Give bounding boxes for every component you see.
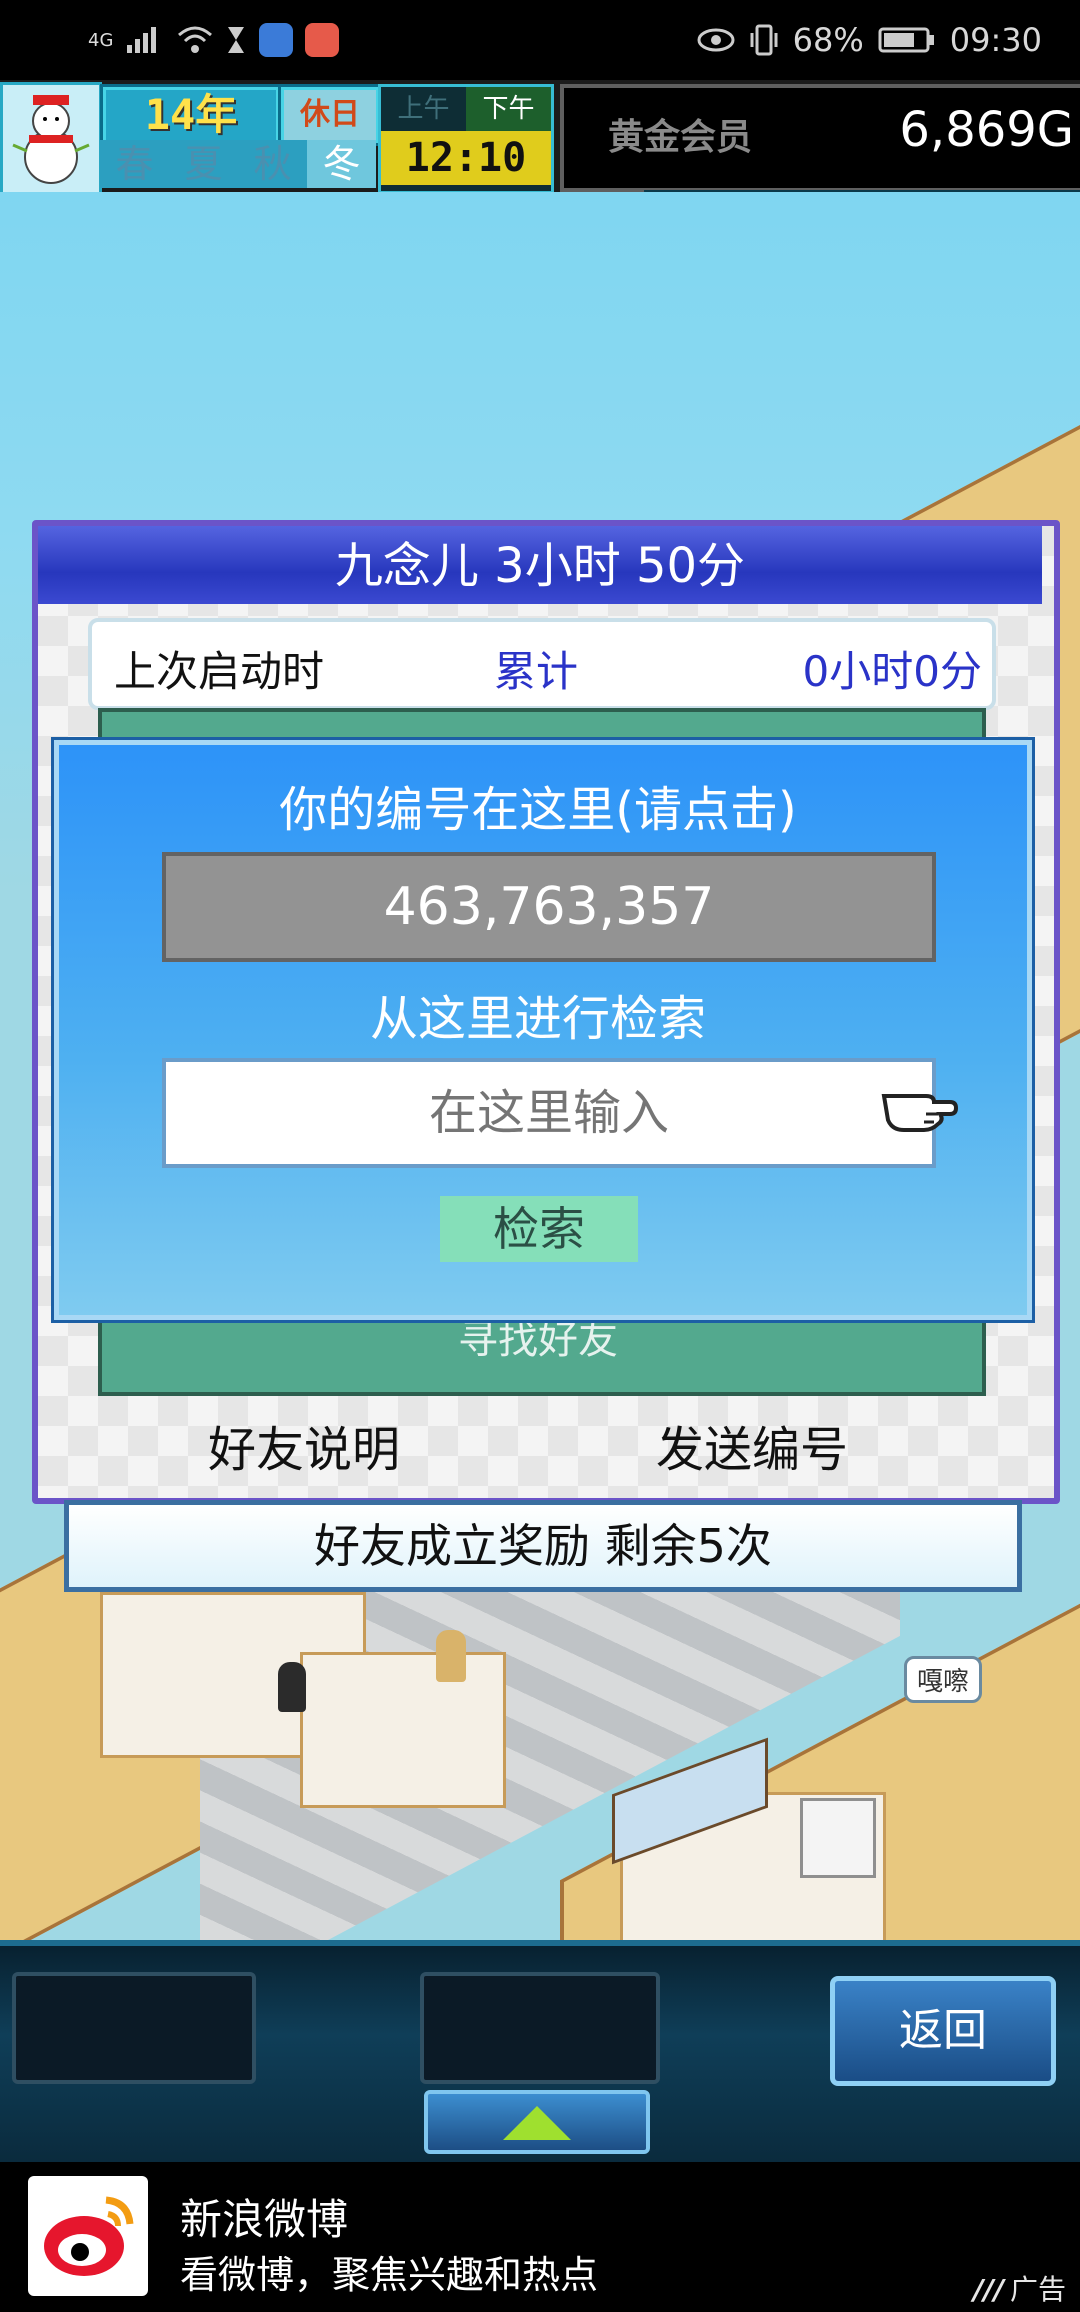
ad-label: ///广告 [973, 2268, 1066, 2308]
ad-mark-icon: /// [973, 2273, 1004, 2306]
year-display: 14年 [100, 84, 282, 146]
snowman-icon [12, 95, 90, 184]
season-winter-active: 冬 [307, 140, 376, 188]
game-clock: 12:10 [381, 131, 551, 185]
dialog-links: 好友说明 发送编号 [60, 1396, 1020, 1482]
day-type-badge: 休日 [278, 84, 382, 146]
gold-panel: 黄金会员 6,869G [560, 84, 1080, 192]
signal-icon [127, 27, 157, 53]
modal-title: 你的编号在这里(请点击) [279, 782, 797, 838]
hud-slot-left[interactable] [12, 1972, 256, 2084]
battery-percent: 68% [792, 21, 864, 59]
clock-panel: 上午 下午 12:10 [378, 84, 554, 194]
character-sprite[interactable] [436, 1630, 466, 1682]
pointing-hand-icon [881, 1094, 959, 1132]
status-bar: 4G 68% 09:30 [0, 0, 1080, 80]
app-notification-icon [259, 23, 294, 57]
send-id-link[interactable]: 发送编号 [656, 1410, 848, 1480]
back-button[interactable]: 返回 [830, 1976, 1056, 2086]
friend-reward-banner: 好友成立奖励 剩余5次 [64, 1500, 1022, 1592]
season-spring: 春 [115, 142, 154, 186]
hourglass-icon [228, 27, 245, 53]
weibo-eye-icon [44, 2196, 134, 2276]
play-stats-card: 上次启动时 累计 0小时0分 [88, 618, 996, 710]
friend-info-link[interactable]: 好友说明 [208, 1410, 400, 1480]
scroll-up-button[interactable] [424, 2090, 650, 2154]
character-sprite[interactable] [278, 1662, 306, 1712]
am-label: 上午 [397, 94, 450, 124]
cumulative-label: 累计 [494, 647, 579, 696]
clock-time: 09:30 [949, 21, 1042, 59]
up-arrow-icon [503, 2106, 571, 2140]
speech-bubble: 嘎嚓 [904, 1656, 983, 1703]
weibo-logo-icon[interactable] [28, 2176, 148, 2296]
last-launch-label: 上次启动时 [114, 647, 325, 696]
speech-bubble-text: 嘎嚓 [917, 1667, 970, 1697]
ad-label-text: 广告 [1009, 2273, 1066, 2306]
snowman-avatar [0, 82, 102, 196]
membership-label: 黄金会员 [608, 117, 753, 158]
network-label: 4G [88, 29, 114, 51]
friend-id-search-input[interactable] [162, 1058, 936, 1168]
back-button-label: 返回 [899, 2005, 987, 2056]
search-label: 从这里进行检索 [369, 991, 706, 1047]
find-friend-label: 寻找好友 [458, 1317, 618, 1363]
map-notification-icon [305, 23, 340, 57]
dialog-title: 九念儿 3小时 50分 [334, 538, 746, 594]
battery-icon [878, 27, 934, 53]
cumulative-value: 0小时0分 [802, 647, 982, 696]
year-text: 14年 [144, 90, 238, 139]
ad-title: 新浪微博 [180, 2195, 349, 2244]
wifi-icon [178, 26, 213, 53]
player-id-field[interactable]: 463,763,357 [162, 852, 936, 962]
season-summer: 夏 [184, 142, 223, 186]
day-type-text: 休日 [300, 97, 360, 132]
eye-comfort-icon [697, 28, 735, 52]
shelf-furniture[interactable] [800, 1798, 876, 1878]
ad-description: 看微博，聚焦兴趣和热点 [180, 2253, 599, 2297]
season-row: 春 夏 秋 冬 [100, 140, 376, 188]
reward-banner-text: 好友成立奖励 剩余5次 [314, 1519, 772, 1573]
hud-slot-center[interactable] [420, 1972, 660, 2084]
search-button[interactable]: 检索 [440, 1196, 638, 1262]
pm-label: 下午 [466, 87, 551, 131]
gold-amount: 6,869G [899, 102, 1074, 158]
season-autumn: 秋 [253, 142, 292, 186]
vibrate-icon [750, 24, 778, 56]
